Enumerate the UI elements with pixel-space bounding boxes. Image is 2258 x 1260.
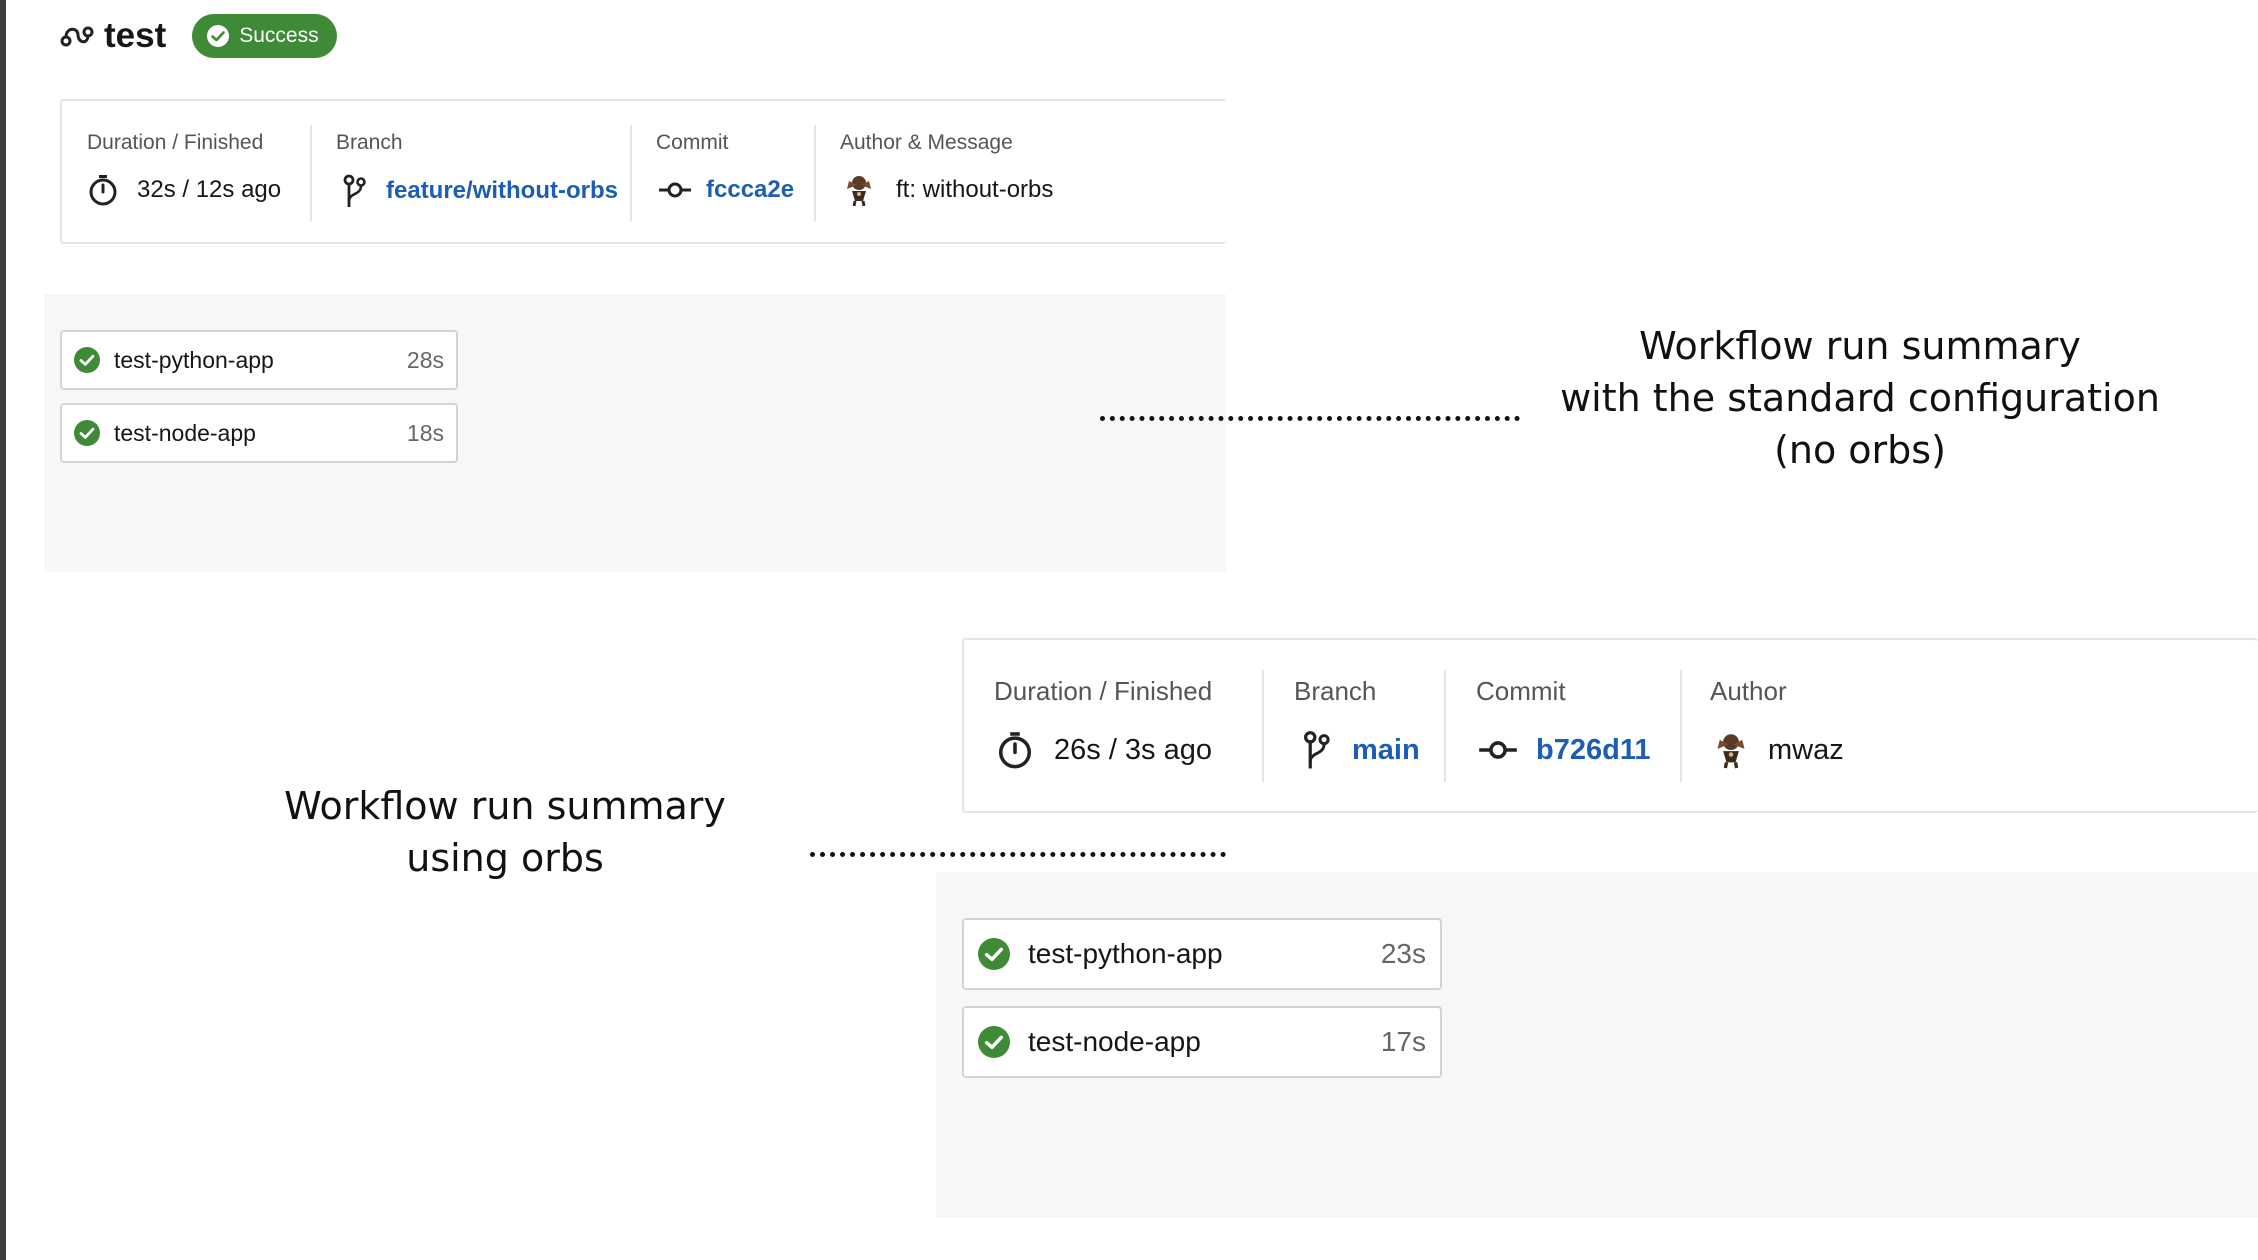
commit-label: Commit (656, 131, 729, 154)
divider (814, 125, 816, 221)
run-summary-card-orbs: Duration / Finished 26s / 3s ago Branch … (962, 638, 2258, 813)
check-circle-icon (207, 25, 230, 47)
avatar[interactable] (842, 173, 876, 207)
branch-label: Branch (336, 131, 403, 154)
commit-icon (1478, 740, 1518, 760)
commit-message: ft: without-orbs (896, 176, 1054, 203)
annotation-line: using orbs (406, 836, 604, 880)
job-name: test-python-app (114, 346, 274, 373)
stopwatch-icon (996, 731, 1034, 769)
duration-value: 26s / 3s ago (996, 730, 1212, 770)
branch-value: main (1300, 728, 1420, 772)
check-circle-icon (978, 1026, 1010, 1058)
commit-icon (658, 182, 692, 198)
divider (1262, 670, 1264, 782)
annotation-line: Workflow run summary (1639, 324, 2081, 368)
branch-value: feature/without-orbs (340, 173, 618, 209)
annotation-pointer-standard (1100, 416, 1520, 421)
commit-link[interactable]: b726d11 (1536, 734, 1650, 767)
branch-link[interactable]: feature/without-orbs (386, 177, 618, 205)
status-label: Success (239, 24, 319, 47)
author-name: mwaz (1768, 733, 1844, 766)
branch-icon (340, 173, 368, 209)
duration-label: Duration / Finished (994, 676, 1213, 706)
annotation-standard: Workflow run summary with the standard c… (1560, 320, 2160, 476)
job-name: test-node-app (114, 419, 256, 446)
check-circle-icon (74, 347, 100, 373)
jobs-panel-standard: test-python-app 28s test-node-app 18s (44, 294, 1226, 572)
author-label: Author (1710, 676, 1787, 706)
author-message-label: Author & Message (840, 131, 1013, 154)
divider (630, 125, 632, 221)
annotation-pointer-orbs (810, 852, 1226, 857)
branch-link[interactable]: main (1352, 734, 1420, 767)
annotation-line: with the standard configuration (1560, 376, 2160, 420)
duration-text: 32s / 12s ago (137, 176, 282, 203)
duration-value: 32s / 12s ago (87, 173, 281, 207)
job-row[interactable]: test-node-app 17s (962, 1006, 1442, 1078)
avatar[interactable] (1712, 730, 1750, 770)
job-row[interactable]: test-node-app 18s (60, 403, 458, 463)
commit-value: b726d11 (1478, 730, 1650, 770)
annotation-line: Workflow run summary (284, 784, 726, 828)
job-row[interactable]: test-python-app 28s (60, 330, 458, 390)
window-left-edge (0, 0, 6, 1260)
job-duration: 18s (406, 419, 444, 446)
job-duration: 17s (1380, 1026, 1426, 1057)
jobs-panel-orbs: test-python-app 23s test-node-app 17s (936, 872, 2258, 1218)
duration-text: 26s / 3s ago (1054, 733, 1212, 766)
status-badge: Success (192, 14, 337, 58)
commit-link[interactable]: fccca2e (706, 176, 794, 204)
author-message-value: ft: without-orbs (842, 173, 1053, 207)
workflow-title: test (104, 16, 167, 55)
divider (1444, 670, 1446, 782)
annotation-orbs: Workflow run summary using orbs (220, 780, 790, 884)
commit-value: fccca2e (658, 173, 794, 207)
stopwatch-icon (87, 174, 119, 206)
workflow-header: test Success (60, 12, 337, 60)
job-duration: 28s (406, 346, 444, 373)
workflow-icon (60, 21, 96, 51)
run-summary-card-standard: Duration / Finished 32s / 12s ago Branch… (60, 99, 1226, 244)
branch-label: Branch (1294, 676, 1377, 706)
check-circle-icon (74, 420, 100, 446)
divider (310, 125, 312, 221)
job-duration: 23s (1380, 938, 1426, 969)
author-value: mwaz (1712, 730, 1844, 770)
branch-icon (1300, 729, 1332, 771)
duration-label: Duration / Finished (87, 131, 264, 154)
annotation-line: (no orbs) (1774, 428, 1946, 472)
job-row[interactable]: test-python-app 23s (962, 918, 1442, 990)
job-name: test-node-app (1028, 1026, 1201, 1057)
commit-label: Commit (1476, 676, 1566, 706)
divider (1680, 670, 1682, 782)
job-name: test-python-app (1028, 938, 1223, 969)
check-circle-icon (978, 938, 1010, 970)
